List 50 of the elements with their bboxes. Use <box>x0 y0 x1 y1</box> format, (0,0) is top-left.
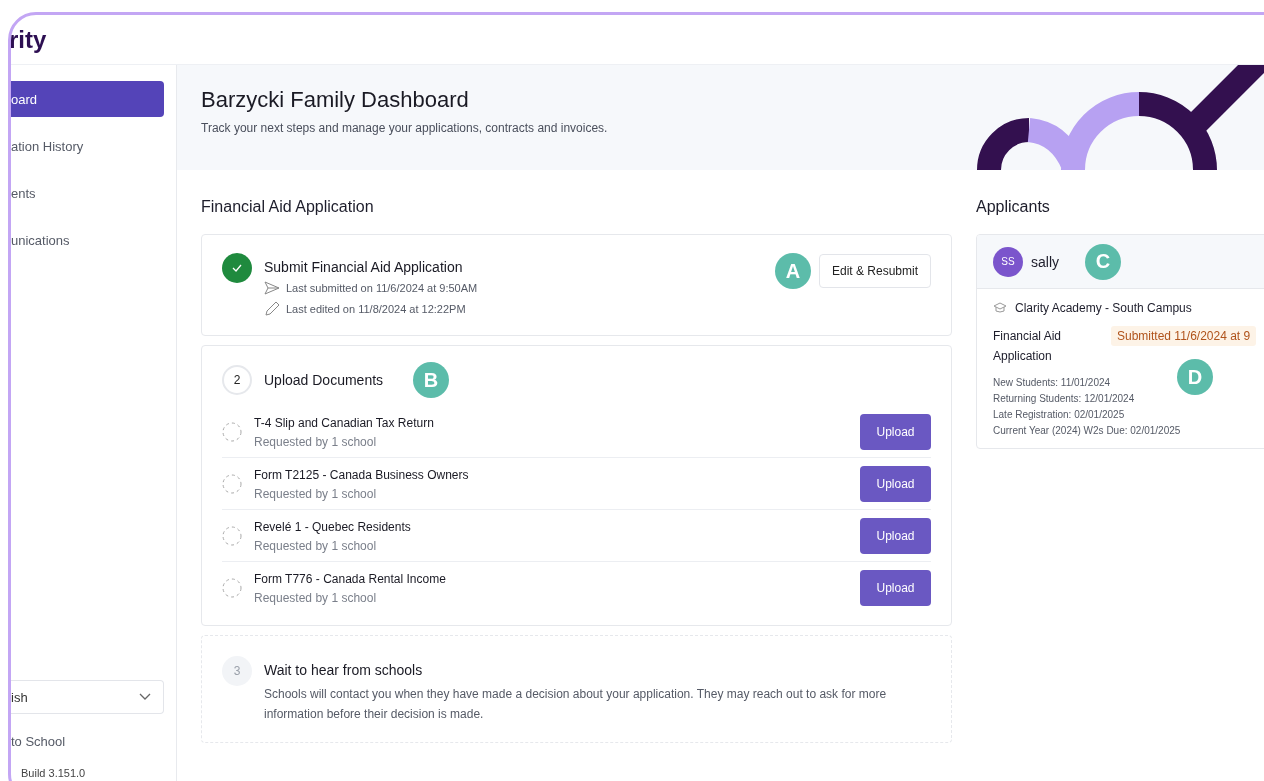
document-note: Requested by 1 school <box>254 590 378 605</box>
edit-resubmit-button[interactable]: Edit & Resubmit <box>818 254 931 288</box>
annotation-marker: C <box>1085 243 1121 280</box>
nav-item[interactable]: ents <box>11 175 164 211</box>
deadline-text: Late Registration: 02/01/2025 <box>993 409 1126 420</box>
section-heading: Applicants <box>976 198 1051 217</box>
document-name: Revelé 1 - Quebec Residents <box>254 519 412 534</box>
applicant-name: sally <box>1031 253 1059 270</box>
chevron-down-icon <box>139 693 151 701</box>
page-title: Barzycki Family Dashboard <box>201 87 470 113</box>
graduation-cap-icon <box>993 302 1007 314</box>
annotation-marker: B <box>413 362 450 398</box>
step-description: Schools will contact you when they have made a decision about your application. They may reach out to ask for more information before their decision is made. <box>264 686 888 723</box>
nav-item[interactable]: unications <box>11 222 164 258</box>
annotation-marker: D <box>1177 359 1213 395</box>
page-subtitle: Track your next steps and manage your applications, contracts and invoices. <box>201 121 608 135</box>
pencil-icon <box>264 301 280 317</box>
document-name: T-4 Slip and Canadian Tax Return <box>254 415 435 430</box>
build-version: Build 3.151.0 <box>21 767 87 779</box>
document-note: Requested by 1 school <box>254 486 378 501</box>
step-title: Wait to hear from schools <box>264 662 424 678</box>
send-icon <box>264 281 280 295</box>
status-tag: Submitted 11/6/2024 at 9 <box>1111 326 1257 346</box>
document-name: Form T776 - Canada Rental Income <box>254 571 447 586</box>
deadline-text: Returning Students: 12/01/2024 <box>993 393 1136 404</box>
document-name: Form T2125 - Canada Business Owners <box>254 467 470 482</box>
school-name: Clarity Academy - South Campus <box>1015 301 1192 315</box>
document-note: Requested by 1 school <box>254 434 378 449</box>
annotation-marker: A <box>774 253 811 289</box>
step-number: 3 <box>222 656 252 686</box>
logo-text: rity <box>11 25 47 54</box>
check-circle-icon <box>222 253 252 283</box>
meta-text: Last submitted on 11/6/2024 at 9:50AM <box>286 282 478 294</box>
section-heading: Financial Aid Application <box>201 198 375 217</box>
step-number: 2 <box>222 365 252 395</box>
step-title: Upload Documents <box>264 372 384 388</box>
avatar: SS <box>993 246 1023 277</box>
step-title: Submit Financial Aid Application <box>264 259 464 275</box>
language-select[interactable]: ish <box>11 680 164 714</box>
document-note: Requested by 1 school <box>254 538 378 553</box>
back-link[interactable]: to School <box>11 734 164 749</box>
meta-text: Last edited on 11/8/2024 at 12:22PM <box>286 303 466 315</box>
nav-item[interactable]: oard <box>11 81 164 117</box>
upload-button[interactable]: Upload <box>860 414 931 450</box>
upload-button[interactable]: Upload <box>860 518 931 554</box>
upload-button[interactable]: Upload <box>860 570 931 606</box>
nav-item[interactable]: ation History <box>11 128 164 164</box>
upload-button[interactable]: Upload <box>860 466 931 502</box>
deadline-text: Current Year (2024) W2s Due: 02/01/2025 <box>993 425 1182 436</box>
form-name: Financial Aid Application <box>993 328 1063 365</box>
